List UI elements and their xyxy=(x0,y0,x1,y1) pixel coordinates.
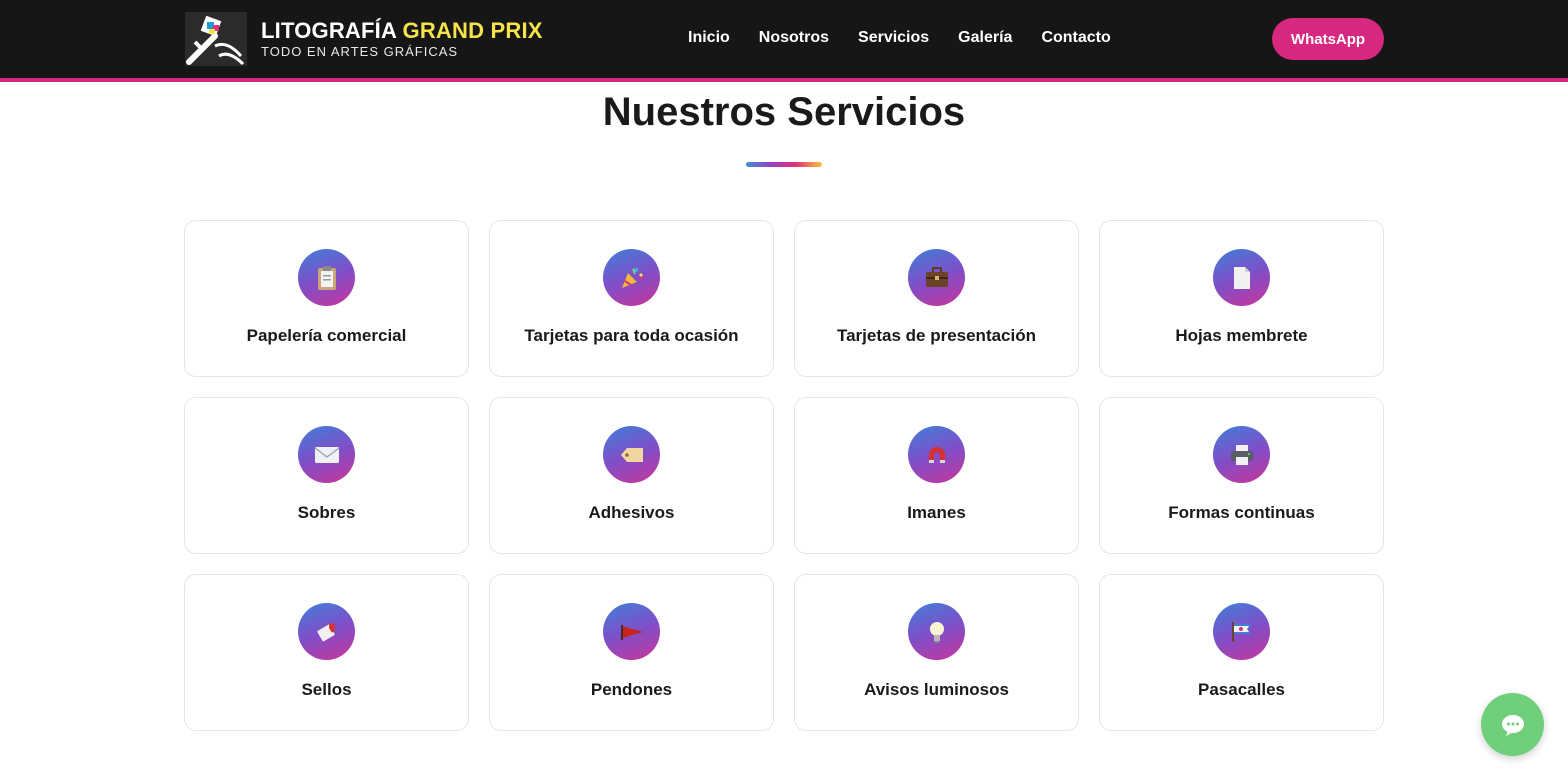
service-label: Pendones xyxy=(590,680,673,699)
service-label: Tarjetas para toda ocasión xyxy=(524,326,739,345)
service-card-pasacalles[interactable]: Pasacalles xyxy=(1099,574,1384,731)
main-nav: Inicio Nosotros Servicios Galería Contac… xyxy=(688,29,1140,47)
service-label: Formas continuas xyxy=(1168,503,1315,522)
services-grid: Papelería comercial Tarjetas para toda o… xyxy=(184,220,1384,731)
service-label: Adhesivos xyxy=(588,503,675,522)
light-bulb-icon xyxy=(908,603,965,660)
service-label: Sobres xyxy=(297,503,356,522)
chat-icon xyxy=(1501,714,1524,736)
service-card-tarjetas-presentacion[interactable]: Tarjetas de presentación xyxy=(794,220,1079,377)
service-card-formas-continuas[interactable]: Formas continuas xyxy=(1099,397,1384,554)
service-label: Pasacalles xyxy=(1198,680,1285,699)
tag-icon xyxy=(603,426,660,483)
brand-text: LITOGRAFÍA GRAND PRIX TODO EN ARTES GRÁF… xyxy=(261,17,543,60)
brand-title-main: LITOGRAFÍA xyxy=(261,17,397,43)
service-card-papeleria[interactable]: Papelería comercial xyxy=(184,220,469,377)
service-label: Papelería comercial xyxy=(246,326,407,345)
clipboard-icon xyxy=(298,249,355,306)
service-card-sellos[interactable]: Sellos xyxy=(184,574,469,731)
stamp-icon xyxy=(298,603,355,660)
briefcase-icon xyxy=(908,249,965,306)
nav-contacto[interactable]: Contacto xyxy=(1041,29,1110,47)
nav-nosotros[interactable]: Nosotros xyxy=(759,29,829,47)
chat-widget-button[interactable] xyxy=(1481,693,1544,756)
party-popper-icon xyxy=(603,249,660,306)
whatsapp-button[interactable]: WhatsApp xyxy=(1272,18,1384,60)
service-label: Avisos luminosos xyxy=(864,680,1009,699)
nav-galeria[interactable]: Galería xyxy=(958,29,1012,47)
nav-servicios[interactable]: Servicios xyxy=(858,29,929,47)
service-card-tarjetas-ocasion[interactable]: Tarjetas para toda ocasión xyxy=(489,220,774,377)
title-underline xyxy=(746,162,822,167)
magnet-icon xyxy=(908,426,965,483)
top-navbar: LITOGRAFÍA GRAND PRIX TODO EN ARTES GRÁF… xyxy=(0,0,1568,82)
section-title: Nuestros Servicios xyxy=(602,90,966,134)
service-card-hojas-membrete[interactable]: Hojas membrete xyxy=(1099,220,1384,377)
service-label: Tarjetas de presentación xyxy=(836,326,1037,345)
service-card-adhesivos[interactable]: Adhesivos xyxy=(489,397,774,554)
service-label: Sellos xyxy=(301,680,352,699)
envelope-icon xyxy=(298,426,355,483)
pennant-icon xyxy=(603,603,660,660)
service-card-pendones[interactable]: Pendones xyxy=(489,574,774,731)
service-label: Hojas membrete xyxy=(1175,326,1308,345)
logo-icon xyxy=(185,12,247,66)
brand-tagline: TODO EN ARTES GRÁFICAS xyxy=(261,43,459,59)
service-label: Imanes xyxy=(907,503,966,522)
brand-title: LITOGRAFÍA GRAND PRIX xyxy=(261,17,543,43)
banner-flags-icon xyxy=(1213,603,1270,660)
service-card-avisos-luminosos[interactable]: Avisos luminosos xyxy=(794,574,1079,731)
service-card-sobres[interactable]: Sobres xyxy=(184,397,469,554)
service-card-imanes[interactable]: Imanes xyxy=(794,397,1079,554)
brand-title-accent: GRAND PRIX xyxy=(402,17,543,43)
nav-inicio[interactable]: Inicio xyxy=(688,29,730,47)
brand[interactable]: LITOGRAFÍA GRAND PRIX TODO EN ARTES GRÁF… xyxy=(185,12,543,66)
document-icon xyxy=(1213,249,1270,306)
printer-icon xyxy=(1213,426,1270,483)
